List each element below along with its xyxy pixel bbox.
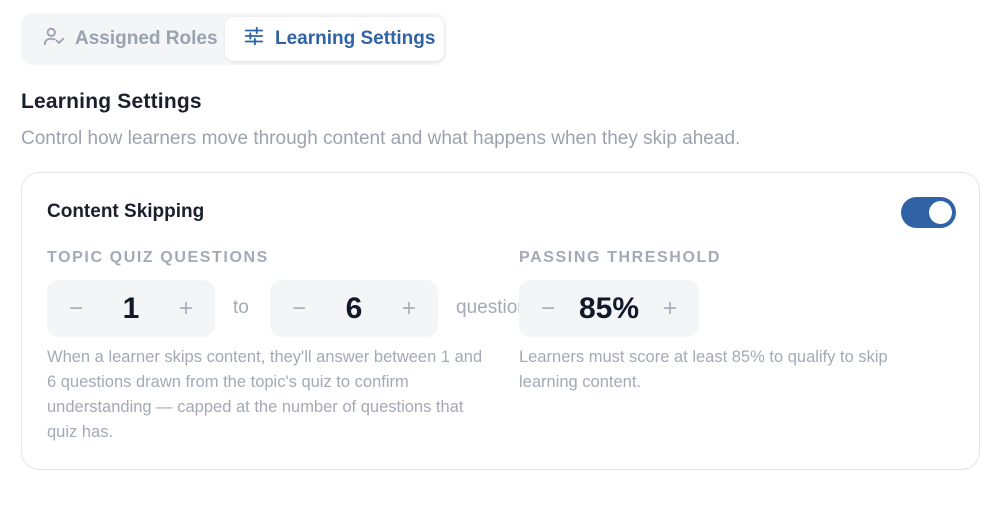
tab-learning-settings-label: Learning Settings <box>275 28 436 49</box>
questions-unit-text: questions <box>456 297 520 318</box>
increment-min-button[interactable]: + <box>175 296 197 321</box>
page-description: Control how learners move through conten… <box>21 128 741 149</box>
toggle-knob <box>929 201 952 224</box>
threshold-help-text: Learners must score at least 85% to qual… <box>519 348 888 391</box>
tab-learning-settings[interactable]: Learning Settings <box>225 17 444 61</box>
quiz-help-text: When a learner skips content, they'll an… <box>47 348 483 441</box>
min-questions-stepper: − 1 + <box>47 280 215 337</box>
page-title: Learning Settings <box>21 90 202 113</box>
increment-max-button[interactable]: + <box>398 296 420 321</box>
increment-threshold-button[interactable]: + <box>659 296 681 321</box>
user-check-icon <box>43 25 65 53</box>
quiz-questions-label: TOPIC QUIZ QUESTIONS <box>47 249 269 266</box>
decrement-max-button[interactable]: − <box>288 296 310 321</box>
content-skipping-card: Content Skipping TOPIC QUIZ QUESTIONS − … <box>21 172 980 470</box>
card-title: Content Skipping <box>47 201 205 222</box>
min-questions-value[interactable]: 1 <box>123 292 140 326</box>
passing-threshold-label: PASSING THRESHOLD <box>519 249 722 266</box>
content-skipping-toggle[interactable] <box>901 197 956 228</box>
threshold-stepper: − 85% + <box>519 280 699 337</box>
max-questions-stepper: − 6 + <box>270 280 438 337</box>
decrement-min-button[interactable]: − <box>65 296 87 321</box>
decrement-threshold-button[interactable]: − <box>537 296 559 321</box>
max-questions-value[interactable]: 6 <box>346 292 363 326</box>
tab-bar: Assigned Roles Learning Settings <box>21 13 446 65</box>
tab-assigned-roles-label: Assigned Roles <box>75 28 218 49</box>
threshold-value[interactable]: 85% <box>579 292 639 326</box>
range-to-text: to <box>233 297 249 318</box>
sliders-icon <box>243 25 265 53</box>
tab-assigned-roles[interactable]: Assigned Roles <box>25 17 225 61</box>
